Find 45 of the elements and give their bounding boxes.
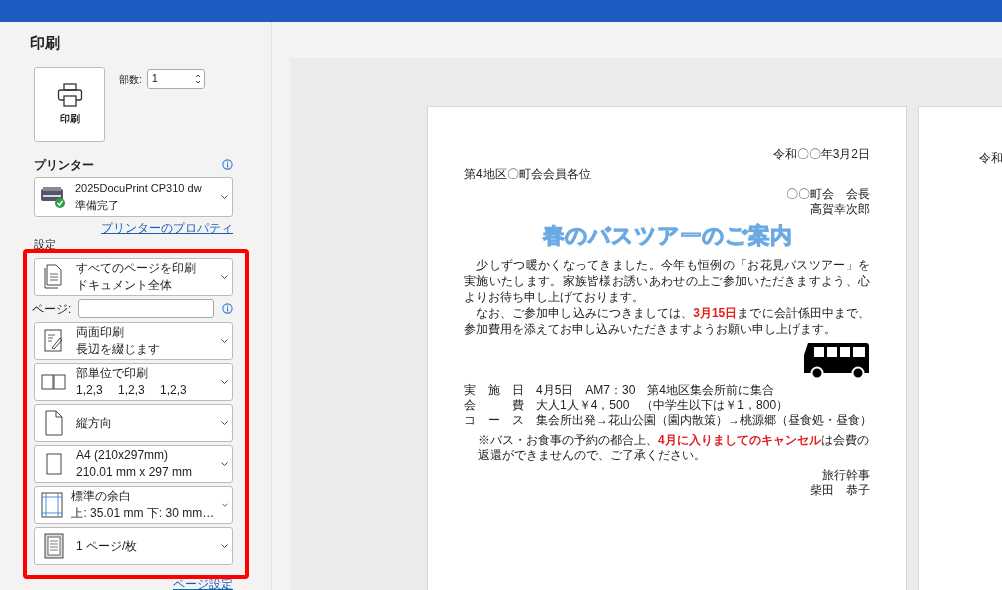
option-detail: 1,2,3 1,2,3 1,2,3 xyxy=(76,383,188,397)
document-title: 春のバスツアーのご案内 xyxy=(541,222,793,250)
print-button[interactable]: 印刷 xyxy=(34,66,105,142)
settings-dropdown[interactable]: すべてのページを印刷 ドキュメント全体 xyxy=(34,257,233,296)
option-text: 標準の余白 xyxy=(71,489,133,503)
option-detail: 上: 35.01 mm 下: 30 mm… xyxy=(71,506,215,520)
document-text: 高賀幸次郎 xyxy=(809,202,870,217)
document-text: 令和 xyxy=(979,151,1002,166)
pages-label: ページ: xyxy=(32,300,72,318)
page-setup-link[interactable]: ページ設定 xyxy=(173,574,233,590)
copies-label: 部数: xyxy=(119,72,142,87)
section-heading: プリンター xyxy=(34,156,94,174)
printer-dropdown[interactable]: 2025DocuPrint CP310 dw 準備完了 xyxy=(34,176,233,217)
document-paragraph: ※バス・お食事の予約の都合上、4月に入りましてのキャンセルは会費の返還ができませんので、ご了承ください。 xyxy=(477,433,870,463)
option-text: 部単位で印刷 xyxy=(76,366,149,380)
document-text: 令和〇〇年3月2日 xyxy=(771,147,870,162)
document-paragraph: なお、ご参加申し込みにつきましては、3月15日までに会計係田中まで、参加費用を添えてお申し込みいただきますようお願い申し上げます。 xyxy=(464,305,870,337)
option-text: 縦方向 xyxy=(76,415,113,430)
option-text: 両面印刷 xyxy=(76,325,125,339)
section-heading: 設定 xyxy=(34,236,57,251)
document-text: 第4地区〇町会会員各位 xyxy=(464,167,592,182)
settings-dropdown[interactable]: 縦方向 xyxy=(34,403,233,442)
document-text: 柴田 恭子 xyxy=(809,483,870,498)
panel-title: 印刷 xyxy=(30,33,61,53)
option-detail: 長辺を綴じます xyxy=(76,342,161,356)
printer-status: 準備完了 xyxy=(75,198,120,212)
document-text: 旅行幹事 xyxy=(821,468,870,483)
printer-properties-link[interactable]: プリンターのプロパティ xyxy=(101,218,233,237)
document-text: 実 施 日 4月5日 AM7：30 第4地区集会所前に集合 xyxy=(464,383,776,398)
document-text: 会 費 大人1人￥4，500 （中学生以下は￥1，800） xyxy=(464,398,790,413)
settings-dropdown[interactable]: 両面印刷 長辺を綴じます xyxy=(34,321,233,360)
option-detail: 210.01 mm x 297 mm xyxy=(76,465,194,479)
document-text: コ ー ス 集会所出発→花山公園（園内散策）→桃源郷（昼食処・昼食） xyxy=(464,413,870,428)
document-text: 〇〇町会 会長 xyxy=(785,187,870,202)
settings-dropdown[interactable]: 1 ページ/枚 xyxy=(34,526,233,565)
settings-dropdown[interactable]: 部単位で印刷 1,2,3 1,2,3 1,2,3 xyxy=(34,362,233,401)
settings-dropdown[interactable]: A4 (210x297mm) 210.01 mm x 297 mm xyxy=(34,444,233,483)
option-detail: ドキュメント全体 xyxy=(76,278,173,292)
printer-name: 2025DocuPrint CP310 dw xyxy=(75,181,203,195)
option-text: すべてのページを印刷 xyxy=(76,261,197,275)
document-paragraph: 少しずつ暖かくなってきました。今年も恒例の「お花見バスツアー」を実施いたします。家族皆様お誘いあわせの上ご参加いただきますよう、心よりお待ち申し上げております。 xyxy=(464,257,870,305)
option-text: A4 (210x297mm) xyxy=(76,448,170,462)
copies-spinner[interactable]: 1 xyxy=(146,68,205,89)
settings-dropdown[interactable]: 標準の余白 上: 35.01 mm 下: 30 mm… xyxy=(34,485,233,524)
option-text: 1 ページ/枚 xyxy=(76,538,139,553)
